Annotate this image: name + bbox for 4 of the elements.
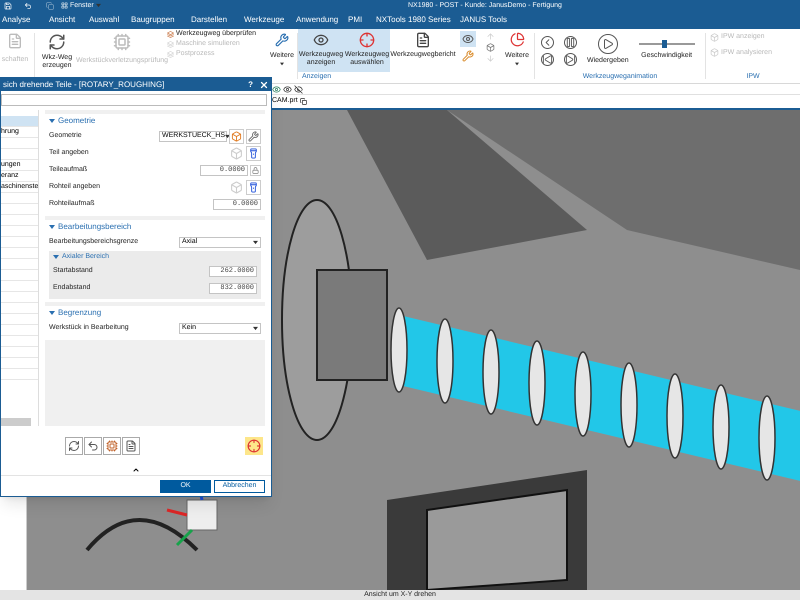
dialog-title: sich drehende Teile - [ROTARY_ROUGHING] xyxy=(3,78,166,90)
section-title: Bearbeitungsbereich xyxy=(58,221,132,233)
section-title: Geometrie xyxy=(58,115,96,127)
section-title: Begrenzung xyxy=(58,307,102,319)
